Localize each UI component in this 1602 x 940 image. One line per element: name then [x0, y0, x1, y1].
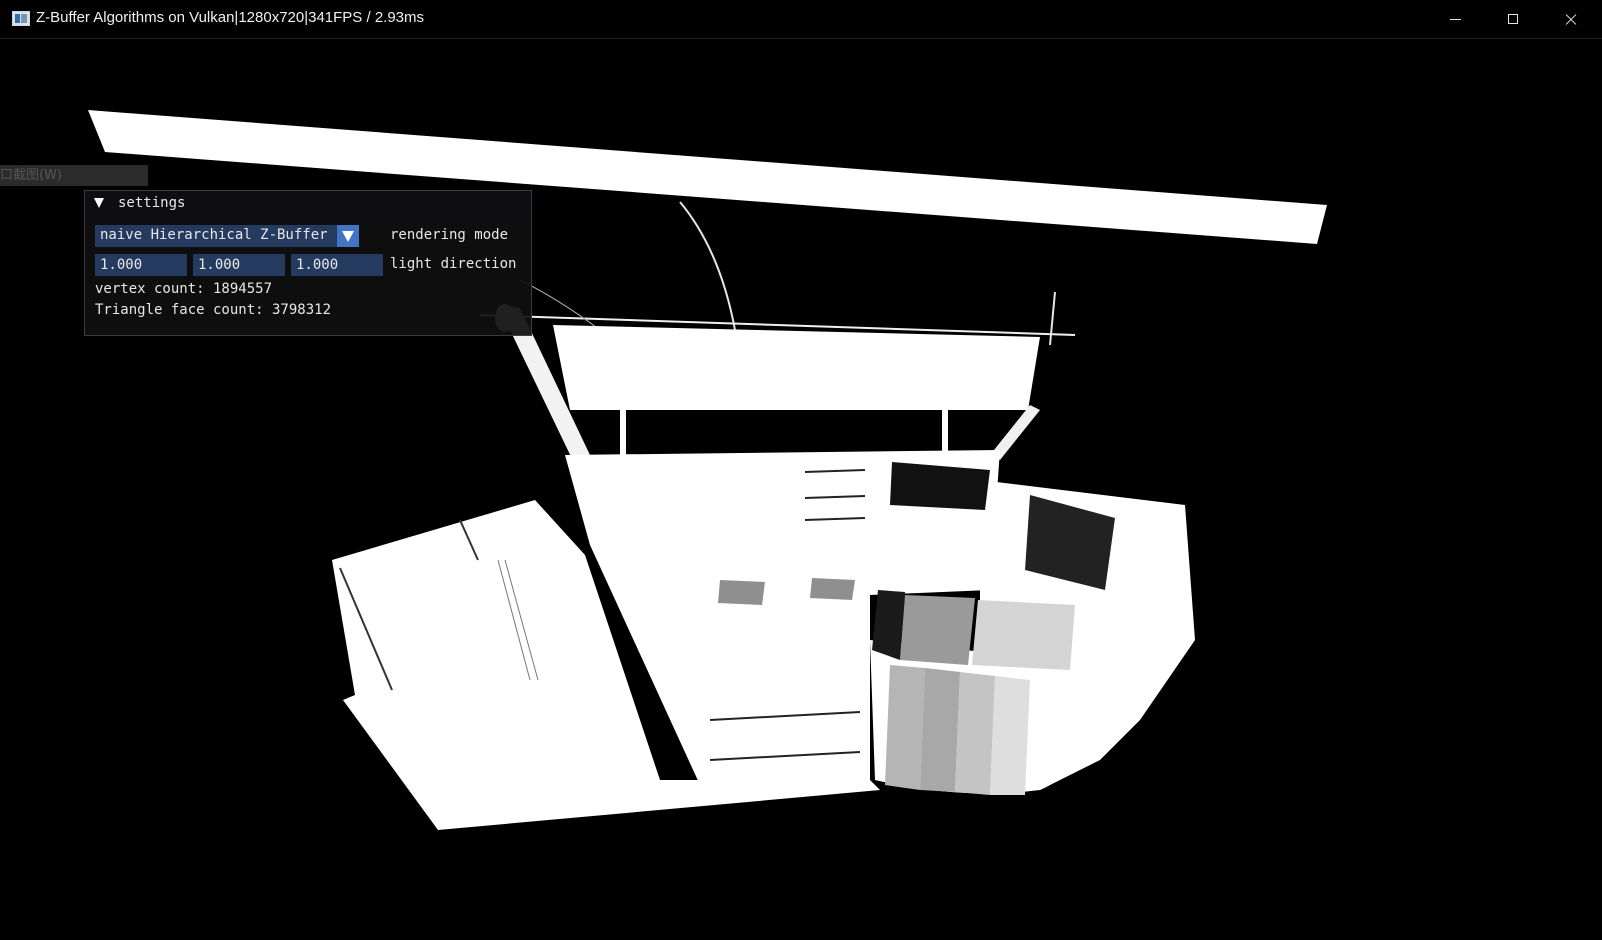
mesh-shade-4 [920, 668, 960, 792]
mesh-banner [553, 325, 1040, 410]
light-direction-y-field[interactable] [193, 254, 285, 276]
background-window-tab[interactable]: 口截图(W) [0, 165, 148, 186]
light-direction-label: light direction [390, 256, 517, 272]
light-direction-z-field[interactable] [291, 254, 383, 276]
minimize-button[interactable] [1426, 0, 1484, 38]
settings-panel: settings naive Hierarchical Z-Buffer ren… [84, 190, 532, 336]
close-button[interactable] [1542, 0, 1600, 38]
window-title: Z-Buffer Algorithms on Vulkan|1280x720|3… [36, 9, 425, 26]
mesh-post-2 [942, 410, 948, 455]
rendered-scene [88, 110, 1327, 830]
render-viewport[interactable]: 口截图(W) settings naive Hierarchical Z-Buf… [0, 39, 1602, 940]
rendering-mode-label: rendering mode [390, 227, 509, 243]
app-window-icon [12, 11, 30, 26]
vertex-count-text: vertex count: 1894557 [95, 281, 273, 297]
title-bar: Z-Buffer Algorithms on Vulkan|1280x720|3… [0, 0, 1602, 39]
chevron-down-icon [342, 231, 354, 242]
triangle-count-text: Triangle face count: 3798312 [95, 302, 332, 318]
rendering-mode-dropdown-button[interactable] [337, 225, 359, 247]
mesh-dark-gap [872, 590, 905, 660]
mesh-wire-b [519, 279, 601, 331]
mesh-post-1 [620, 410, 626, 455]
settings-header[interactable]: settings [85, 191, 531, 215]
mesh-shade-8 [810, 578, 855, 600]
mesh-shade-2 [972, 600, 1075, 670]
mesh-shade-3 [885, 665, 925, 790]
maximize-button[interactable] [1484, 0, 1542, 38]
settings-title: settings [118, 195, 186, 211]
rendering-mode-select[interactable]: naive Hierarchical Z-Buffer [95, 225, 359, 247]
mesh-shade-7 [718, 580, 765, 605]
collapse-triangle-icon[interactable] [94, 198, 104, 208]
mesh-arch-left [679, 201, 736, 331]
light-direction-x-field[interactable] [95, 254, 187, 276]
mesh-dark-console [890, 462, 990, 510]
mesh-shade-5 [955, 672, 995, 795]
mesh-arch-right [1049, 291, 1056, 346]
mesh-shade-1 [900, 595, 975, 665]
mesh-shade-6 [990, 676, 1030, 795]
rendering-mode-value: naive Hierarchical Z-Buffer [100, 227, 328, 243]
